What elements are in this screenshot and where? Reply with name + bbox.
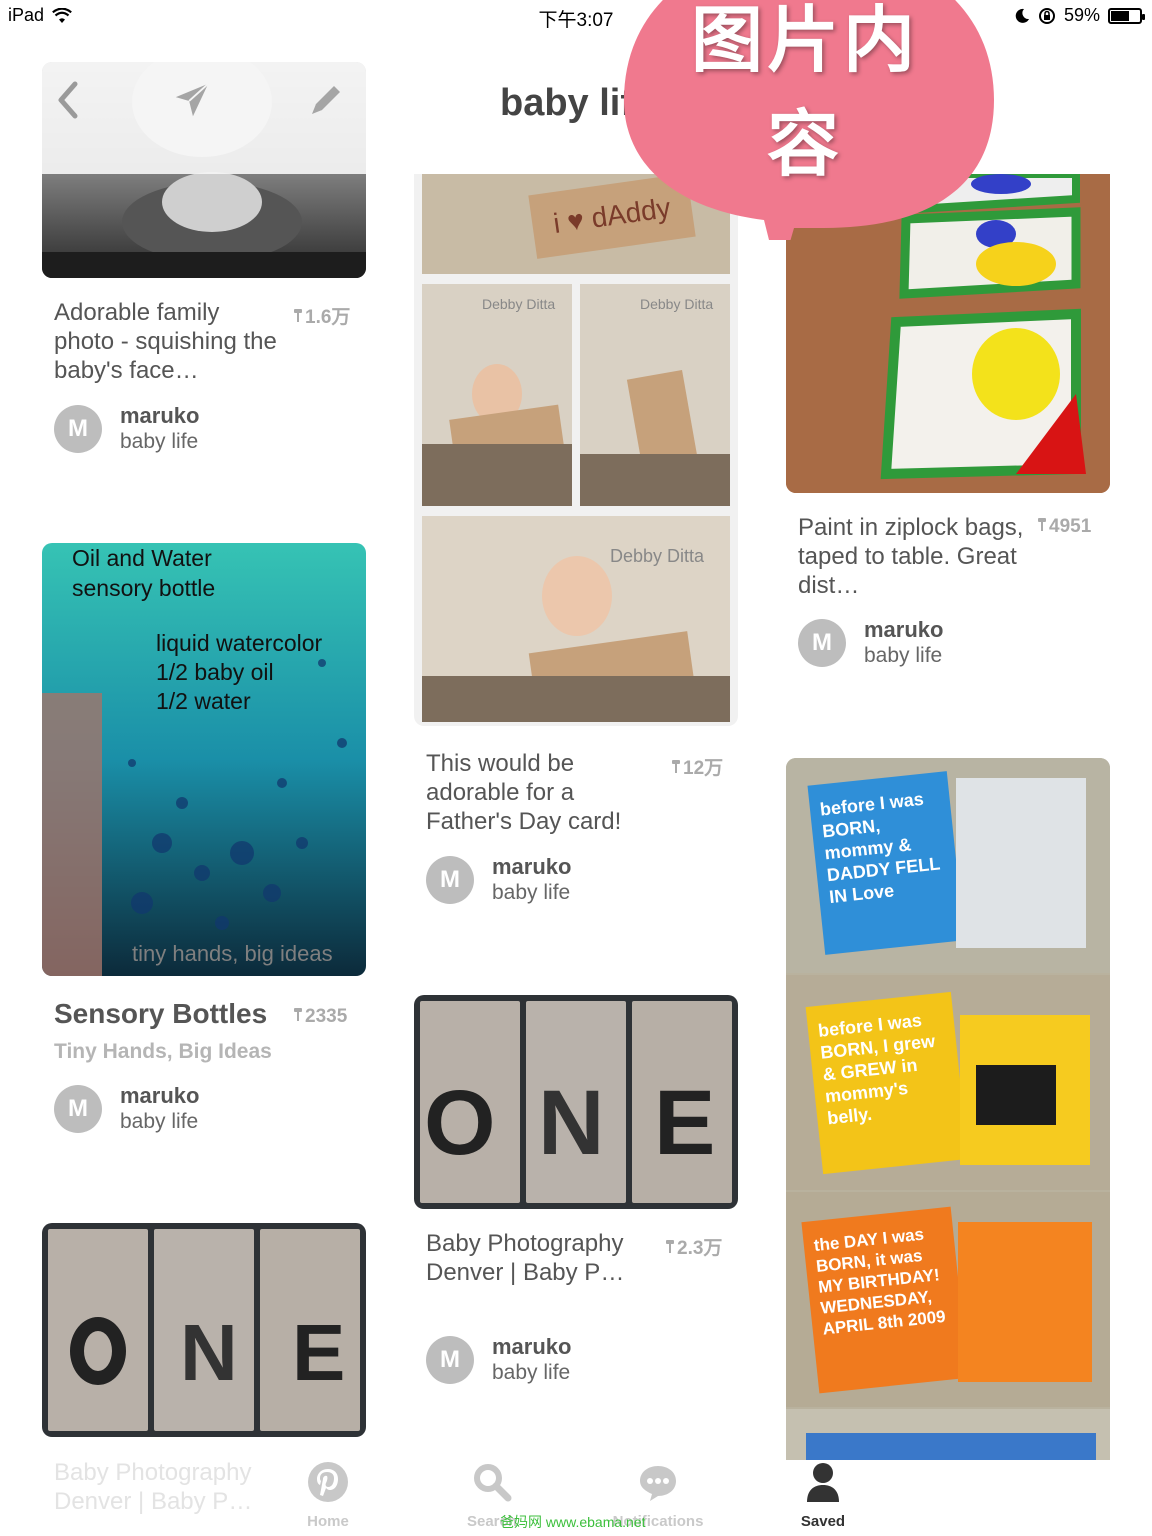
pin-image-one-letters[interactable]: O N E	[414, 995, 738, 1209]
user-name[interactable]: maruko	[492, 1334, 571, 1360]
back-icon[interactable]	[48, 80, 88, 120]
image-text: liquid watercolor	[156, 630, 323, 656]
pin-attribution[interactable]: M maruko baby life	[426, 1334, 571, 1386]
edit-icon[interactable]	[306, 80, 346, 120]
overlay-text-line: 容	[766, 102, 843, 186]
image-letter: O	[424, 1072, 496, 1174]
image-text: Oil and Water	[72, 545, 212, 571]
pin-image-one-photo[interactable]: N E	[42, 1223, 366, 1437]
overlay-text-line: 图片内	[690, 0, 919, 82]
repin-count-value: 1.6万	[305, 307, 351, 328]
pin-title[interactable]: Baby Photography Denver | Baby P…	[426, 1229, 656, 1287]
avatar[interactable]: M	[426, 856, 474, 904]
pin-attribution[interactable]: M maruko baby life	[426, 854, 571, 906]
pin-title[interactable]: Paint in ziplock bags, taped to table. G…	[798, 513, 1028, 600]
repin-count: 12万	[672, 753, 723, 780]
repin-count-value: 12万	[683, 758, 724, 779]
image-text: 1/2 water	[156, 688, 251, 714]
image-letter: N	[538, 1072, 605, 1174]
chat-bubble-icon	[640, 1466, 676, 1501]
image-text: Debby Ditta	[640, 296, 714, 312]
pin-title[interactable]: Adorable family photo - squishing the ba…	[54, 298, 284, 385]
board-name[interactable]: baby life	[120, 1109, 199, 1135]
repin-count-value: 2.3万	[677, 1238, 723, 1259]
battery-icon	[1108, 7, 1145, 24]
rotation-lock-icon	[1038, 7, 1055, 24]
pin-image-sensory-bottle[interactable]: Oil and Water sensory bottle liquid wate…	[42, 543, 366, 976]
image-text: Debby Ditta	[610, 546, 705, 566]
pin-attribution[interactable]: M maruko baby life	[54, 403, 199, 455]
image-text: tiny hands, big ideas	[132, 941, 333, 966]
pin-image-i-love-daddy[interactable]: i ♥ dAddy Debby Ditta Debby Ditta Debby …	[414, 174, 738, 726]
user-name[interactable]: maruko	[492, 854, 571, 880]
repin-count: 2.3万	[666, 1233, 722, 1260]
board-name[interactable]: baby life	[492, 1360, 571, 1386]
image-text: Debby Ditta	[482, 296, 556, 312]
board-header-bar	[42, 62, 366, 174]
board-name[interactable]: baby life	[120, 429, 199, 455]
pin-image-baby-book[interactable]: before I was BORN, mommy & DADDY FELL IN…	[786, 758, 1110, 1460]
image-letter: E	[292, 1308, 346, 1397]
search-icon	[474, 1464, 512, 1502]
profile-icon	[807, 1463, 839, 1502]
avatar[interactable]: M	[426, 1336, 474, 1384]
pin-title[interactable]: Sensory Bottles	[54, 998, 267, 1030]
pin-attribution[interactable]: M maruko baby life	[798, 617, 943, 669]
repin-count: 1.6万	[294, 302, 350, 329]
user-name[interactable]: maruko	[120, 1083, 199, 1109]
board-name[interactable]: baby life	[864, 643, 943, 669]
watermark: 爸妈网 www.ebama.net	[500, 1514, 646, 1530]
book-page-text: the DAY I was BORN, it was MY BIRTHDAY! …	[801, 1206, 969, 1394]
pin-title[interactable]: This would be adorable for a Father's Da…	[426, 749, 656, 836]
tab-label: Home	[307, 1513, 349, 1530]
book-page-text: before I was BORN, mommy & DADDY FELL IN…	[807, 771, 965, 955]
book-page-text: before I was BORN, I grew & GREW in momm…	[805, 991, 969, 1175]
pin-icon	[1038, 518, 1046, 532]
repin-count-value: 2335	[305, 1006, 348, 1027]
pin-attribution[interactable]: M maruko baby life	[54, 1083, 199, 1135]
tab-home[interactable]: Home	[268, 1460, 388, 1530]
pin-icon	[294, 1008, 302, 1022]
avatar[interactable]: M	[54, 405, 102, 453]
overlay-text: 图片内 容	[660, 0, 950, 196]
image-letter: E	[654, 1072, 716, 1174]
avatar[interactable]: M	[54, 1085, 102, 1133]
image-text: 1/2 baby oil	[156, 659, 274, 685]
board-name[interactable]: baby life	[492, 880, 571, 906]
pinterest-logo-icon	[308, 1462, 348, 1502]
battery-percent: 59%	[1063, 5, 1100, 25]
repin-count-value: 4951	[1049, 516, 1092, 537]
avatar[interactable]: M	[798, 619, 846, 667]
image-text: sensory bottle	[72, 575, 216, 601]
image-letter: N	[180, 1308, 238, 1397]
send-icon[interactable]	[172, 80, 212, 120]
user-name[interactable]: maruko	[120, 403, 199, 429]
tab-label: Saved	[800, 1513, 846, 1530]
pin-icon	[672, 760, 680, 774]
repin-count: 4951	[1038, 516, 1091, 538]
repin-count: 2335	[294, 1006, 347, 1028]
pin-subtitle: Tiny Hands, Big Ideas	[54, 1040, 272, 1063]
user-name[interactable]: maruko	[864, 617, 943, 643]
moon-icon	[1015, 8, 1029, 23]
tab-saved[interactable]: Saved	[763, 1460, 883, 1530]
pin-icon	[294, 309, 302, 323]
pin-icon	[666, 1240, 674, 1254]
